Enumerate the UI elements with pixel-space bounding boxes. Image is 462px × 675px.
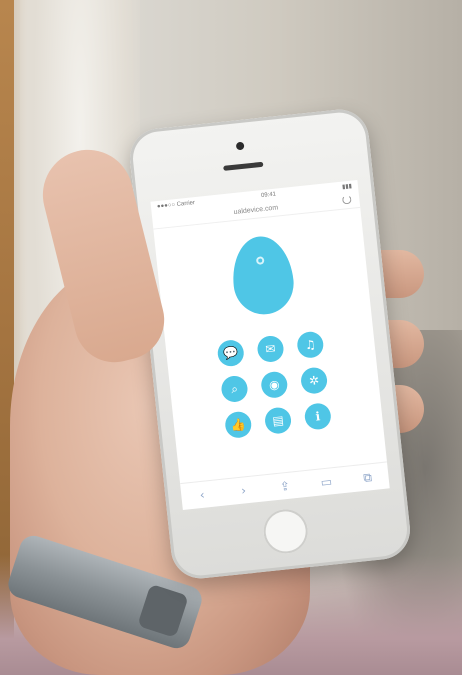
reload-icon[interactable]	[341, 194, 352, 205]
status-time: 09:41	[260, 191, 277, 199]
egg-logo-dot	[255, 256, 265, 265]
smartphone: ●●●○○ Carrier 09:41 ▮▮▮ ualdevice.com 💬 …	[127, 106, 413, 582]
chat-bubble-icon[interactable]: 💬	[216, 338, 246, 368]
app-icon-grid: 💬 ✉ ♫ ⌕ ◉ ✲ 👍 ▤ ℹ	[166, 325, 383, 444]
share-icon[interactable]: ⇪	[275, 478, 294, 494]
back-icon[interactable]: ‹	[193, 487, 212, 503]
browser-toolbar: ‹ › ⇪ ▭ ⧉	[180, 461, 390, 511]
photo-scene: ●●●○○ Carrier 09:41 ▮▮▮ ualdevice.com 💬 …	[0, 0, 462, 675]
message-icon[interactable]: ✉	[256, 334, 285, 364]
search-icon[interactable]: ⌕	[220, 374, 249, 404]
music-note-icon[interactable]: ♫	[296, 330, 325, 360]
tabs-icon[interactable]: ⧉	[358, 469, 377, 486]
earpiece-speaker	[223, 161, 264, 171]
thumbs-up-icon[interactable]: 👍	[223, 410, 253, 440]
phone-screen: ●●●○○ Carrier 09:41 ▮▮▮ ualdevice.com 💬 …	[150, 179, 390, 511]
battery-icon: ▮▮▮	[341, 183, 353, 191]
url-text: ualdevice.com	[233, 203, 279, 216]
bookmarks-icon[interactable]: ▭	[317, 474, 336, 490]
settings-icon[interactable]: ✲	[299, 366, 329, 395]
front-camera-icon	[235, 141, 245, 151]
forward-icon[interactable]: ›	[234, 483, 253, 499]
home-button[interactable]	[261, 507, 310, 556]
info-icon[interactable]: ℹ	[303, 402, 333, 431]
egg-logo[interactable]	[228, 233, 297, 318]
book-icon[interactable]: ▤	[263, 406, 293, 435]
camera-icon[interactable]: ◉	[259, 370, 289, 400]
